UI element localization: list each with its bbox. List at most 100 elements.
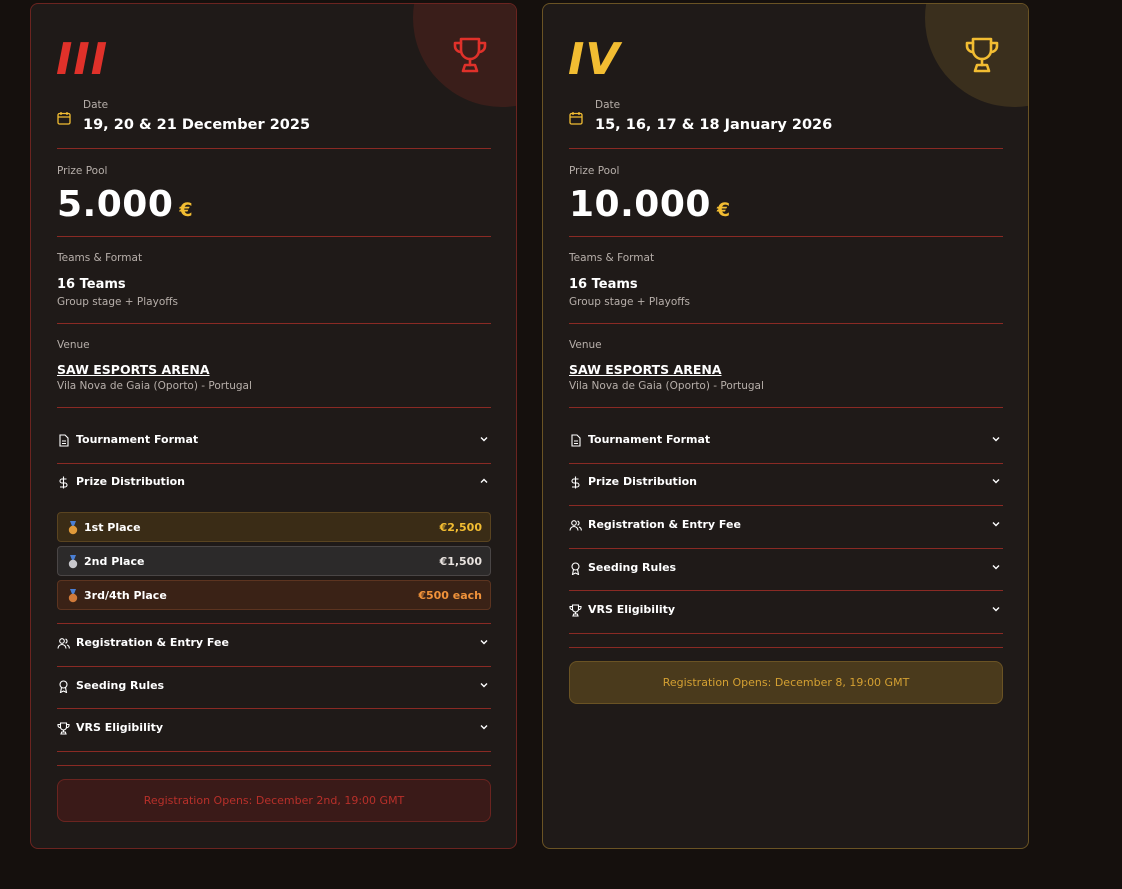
venue-label: Venue [57,339,90,351]
accordion-tournament-format[interactable]: Tournament Format [569,421,1003,463]
accordion-label: Seeding Rules [76,679,165,692]
divider [569,148,1003,149]
divider [569,647,1003,648]
accordion-label: VRS Eligibility [76,721,164,734]
registration-status-button[interactable]: Registration Opens: December 2nd, 19:00 … [57,779,491,822]
calendar-icon [57,112,71,125]
dollar-icon [571,476,580,489]
edition-numeral: IV [568,34,621,85]
accordion-label: VRS Eligibility [588,603,676,616]
venue-link[interactable]: SAW ESPORTS ARENA [569,362,722,377]
prize-pool-value: 10.000 € [569,184,731,225]
chevron-down-icon [480,725,488,730]
prize-amount: €2,500 [439,521,482,534]
date-value: 15, 16, 17 & 18 January 2026 [595,117,833,133]
accordion-vrs-eligibility[interactable]: VRS Eligibility [569,591,1003,633]
prize-place: 2nd Place [84,555,145,568]
divider [57,765,491,766]
venue-label: Venue [569,339,602,351]
prize-place: 3rd/4th Place [84,589,167,602]
prize-pool-amount: 10.000 [569,184,711,225]
tournament-card-iii: III Date 19, 20 & 21 December 2025 Prize… [30,3,517,849]
trophy-icon [965,37,999,73]
tournament-card-iv: IV Date 15, 16, 17 & 18 January 2026 Pri… [542,3,1029,849]
accordion-label: Registration & Entry Fee [588,518,741,531]
accordion-registration[interactable]: Registration & Entry Fee [569,506,1003,548]
accordion-vrs-eligibility[interactable]: VRS Eligibility [57,709,491,751]
accordion-label: Seeding Rules [588,561,677,574]
accordion-label: Tournament Format [76,433,199,446]
date-value: 19, 20 & 21 December 2025 [83,117,311,133]
prize-pool-label: Prize Pool [569,165,620,177]
prize-row-3rd-4th: 3rd/4th Place €500 each [57,580,491,610]
date-section: Date 19, 20 & 21 December 2025 [57,99,491,139]
chevron-down-icon [480,437,488,442]
prize-pool-label: Prize Pool [57,165,108,177]
prize-row-1st: 1st Place €2,500 [57,512,491,542]
divider [569,323,1003,324]
award-icon [59,680,68,693]
trophy-icon [57,722,70,735]
medal-icon [68,555,78,569]
calendar-icon [569,112,583,125]
chevron-down-icon [992,565,1000,570]
award-icon [571,562,580,575]
teams-format-label: Teams & Format [569,252,655,264]
edition-numeral: III [56,34,109,85]
accordion-seeding-rules[interactable]: Seeding Rules [569,549,1003,591]
medal-icon [68,589,78,603]
users-icon [57,638,70,649]
currency-symbol: € [179,199,194,221]
divider [57,407,491,408]
divider [57,236,491,237]
chevron-down-icon [992,479,1000,484]
divider [569,236,1003,237]
accordion-seeding-rules[interactable]: Seeding Rules [57,667,491,709]
registration-status-button[interactable]: Registration Opens: December 8, 19:00 GM… [569,661,1003,704]
date-label: Date [595,99,621,111]
prize-amount: €1,500 [439,555,482,568]
format-description: Group stage + Playoffs [57,296,178,308]
accordion-prize-distribution[interactable]: Prize Distribution [57,463,491,505]
accordion-registration[interactable]: Registration & Entry Fee [57,624,491,666]
divider [57,323,491,324]
teams-count: 16 Teams [57,277,126,292]
accordion-label: Tournament Format [588,433,711,446]
accordion-label: Prize Distribution [76,475,185,488]
chevron-down-icon [480,640,488,645]
divider [57,148,491,149]
prize-place: 1st Place [84,521,141,534]
chevron-down-icon [992,522,1000,527]
prize-pool-value: 5.000 € [57,184,193,225]
accordion-prize-distribution[interactable]: Prize Distribution [569,463,1003,505]
venue-link[interactable]: SAW ESPORTS ARENA [57,362,210,377]
venue-location: Vila Nova de Gaia (Oporto) - Portugal [57,380,252,392]
teams-format-label: Teams & Format [57,252,143,264]
prize-row-2nd: 2nd Place €1,500 [57,546,491,576]
currency-symbol: € [716,199,731,221]
prize-pool-amount: 5.000 [57,184,174,225]
document-icon [571,434,581,447]
trophy-icon [569,604,582,617]
trophy-icon [453,37,487,73]
prize-amount: €500 each [418,589,482,602]
divider [569,633,1003,634]
document-icon [59,434,69,447]
divider [57,751,491,752]
date-section: Date 15, 16, 17 & 18 January 2026 [569,99,1003,139]
venue-location: Vila Nova de Gaia (Oporto) - Portugal [569,380,764,392]
chevron-down-icon [992,437,1000,442]
accordion-label: Prize Distribution [588,475,697,488]
chevron-up-icon [480,478,488,483]
medal-icon [68,521,78,535]
format-description: Group stage + Playoffs [569,296,690,308]
accordion-label: Registration & Entry Fee [76,636,229,649]
chevron-down-icon [480,683,488,688]
dollar-icon [59,476,68,489]
accordion-tournament-format[interactable]: Tournament Format [57,421,491,463]
users-icon [569,520,582,531]
teams-count: 16 Teams [569,277,638,292]
chevron-down-icon [992,607,1000,612]
date-label: Date [83,99,109,111]
divider [569,407,1003,408]
